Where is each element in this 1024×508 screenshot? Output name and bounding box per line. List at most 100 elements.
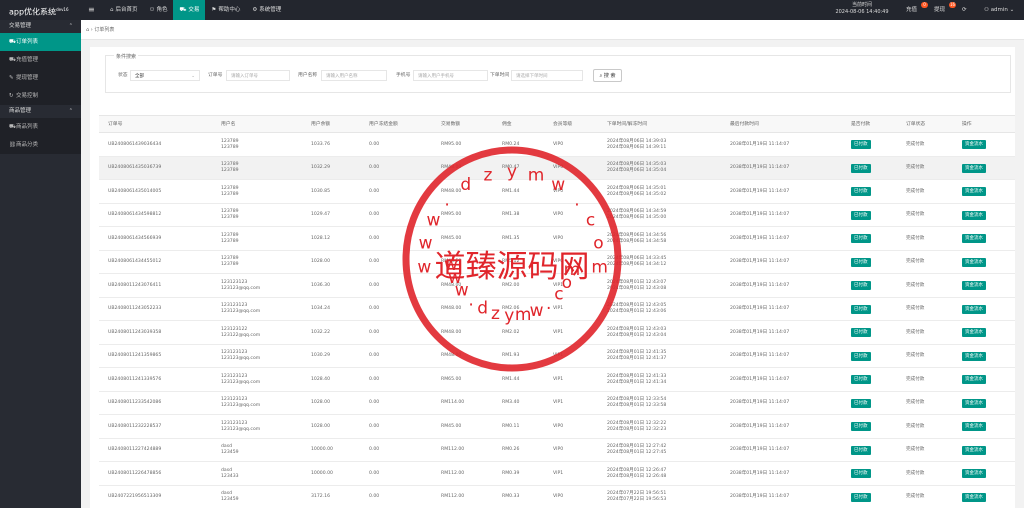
- fund-flow-button[interactable]: 资金流水: [962, 398, 986, 408]
- topnav-item-1[interactable]: ⚇ 角色: [144, 0, 174, 20]
- table-cell: 2038年01月19日 11:14:07: [730, 227, 789, 250]
- paid-badge-button[interactable]: 已付款: [851, 187, 871, 196]
- unfreeze-time: 2024年08月01日 12:41:37: [607, 356, 667, 361]
- table-cell: dasd 123459: [221, 439, 239, 462]
- fund-flow-button[interactable]: 资金流水: [962, 351, 986, 361]
- paid-badge-button[interactable]: 已付款: [851, 210, 871, 220]
- order-status: 完成付款: [906, 188, 925, 194]
- table-row: UB2407221956513309 dasd 123459 3172.16 0.00 R…: [99, 485, 1015, 508]
- commission: RM1.44: [502, 188, 520, 194]
- vip-level: VIP0: [553, 423, 564, 429]
- status-select[interactable]: 全部 ⌄: [130, 70, 200, 81]
- withdraw-button[interactable]: 提现 16: [934, 0, 957, 20]
- table-cell: 完成付款: [906, 298, 924, 321]
- table-cell: 完成付款: [906, 415, 924, 438]
- paid-badge-button[interactable]: 已付款: [851, 163, 871, 173]
- fund-flow-button[interactable]: 资金流水: [962, 469, 986, 478]
- table-cell: RM1.93: [502, 345, 519, 368]
- unfreeze-time: 2024年08月06日 14:34:58: [607, 238, 667, 244]
- topnav-item-3[interactable]: ⚑ 帮助中心: [205, 0, 246, 20]
- fund-flow-button[interactable]: 资金流水: [962, 492, 986, 502]
- user-account: 123789: [221, 238, 239, 244]
- search-button[interactable]: ⌕ 搜 索: [593, 69, 622, 82]
- commission: RM1.93: [502, 353, 520, 358]
- home-icon[interactable]: ⌂: [86, 27, 89, 33]
- table-cell: RM65.00: [441, 368, 461, 391]
- table-cell: 1034.24: [311, 298, 330, 321]
- app-logo[interactable]: app优化系统dev16: [0, 0, 81, 20]
- table-cell: 123789 123789: [221, 251, 239, 274]
- sidebar-item-label: 商品分类: [16, 142, 39, 148]
- user-menu[interactable]: ⚇ admin ⌄: [984, 0, 1014, 20]
- menu-toggle-icon[interactable]: ≡: [88, 0, 95, 20]
- user-balance: 1032.22: [311, 329, 330, 335]
- user-balance: 1030.85: [311, 188, 330, 194]
- sidebar-item-1-0[interactable]: ⛟商品列表: [0, 118, 81, 136]
- fund-flow-button[interactable]: 资金流水: [962, 281, 986, 290]
- paid-badge-button[interactable]: 已付款: [851, 375, 871, 384]
- topnav-label: 交易: [188, 7, 200, 13]
- fund-flow-button[interactable]: 资金流水: [962, 187, 986, 196]
- refresh-icon[interactable]: ⟳: [962, 0, 967, 20]
- fund-flow-button[interactable]: 资金流水: [962, 140, 986, 149]
- fund-flow-button[interactable]: 资金流水: [962, 210, 986, 220]
- fund-flow-button[interactable]: 资金流水: [962, 257, 986, 267]
- frozen-amount: 0.00: [369, 376, 380, 382]
- paid-badge-button[interactable]: 已付款: [851, 422, 871, 431]
- paid-badge-button[interactable]: 已付款: [851, 328, 871, 337]
- topnav-item-2[interactable]: ⛟ 交易: [173, 0, 206, 20]
- column-header-3: 用户冻结金额: [369, 122, 398, 127]
- sidebar-item-0-1[interactable]: ⛟充值管理: [0, 51, 81, 69]
- table-cell: 0.00: [369, 392, 379, 415]
- fund-flow-button[interactable]: 资金流水: [962, 234, 986, 243]
- topnav-item-4[interactable]: ⚙ 系统管理: [246, 0, 287, 20]
- sidebar-item-0-2[interactable]: ✎ 提现管理: [0, 69, 81, 87]
- vip-level: VIP0: [553, 494, 564, 499]
- table-cell: 已付款: [851, 298, 871, 321]
- phone-input[interactable]: 请输入用户手机号: [413, 70, 488, 81]
- trade-amount: RM48.00: [441, 165, 462, 170]
- fund-flow-button[interactable]: 资金流水: [962, 445, 986, 455]
- paid-badge-button[interactable]: 已付款: [851, 469, 871, 478]
- order-id: UB2408061435036739: [108, 165, 162, 170]
- fund-flow-button[interactable]: 资金流水: [962, 304, 986, 314]
- paid-badge-button[interactable]: 已付款: [851, 257, 871, 267]
- paid-badge-button[interactable]: 已付款: [851, 140, 871, 149]
- fund-flow-button[interactable]: 资金流水: [962, 328, 986, 337]
- paid-badge-button[interactable]: 已付款: [851, 281, 871, 290]
- username-input[interactable]: 请输入用户名称: [321, 70, 387, 81]
- table-cell: 2038年01月19日 11:14:07: [730, 274, 789, 297]
- fund-flow-button[interactable]: 资金流水: [962, 375, 986, 384]
- topnav-item-0[interactable]: ⌂ 后台首页: [104, 0, 144, 20]
- paid-badge-button[interactable]: 已付款: [851, 398, 871, 408]
- paid-badge-button[interactable]: 已付款: [851, 304, 871, 314]
- trade-amount: RM45.00: [441, 235, 462, 241]
- sidebar-group-1[interactable]: 商品管理 ⌃: [0, 105, 81, 118]
- table-cell: 已付款: [851, 439, 871, 462]
- sidebar-item-1-1[interactable]: ⛓商品分类: [0, 136, 81, 154]
- app-title: app优化系统: [9, 7, 57, 17]
- sidebar-item-0-0[interactable]: ⛟订单列表: [0, 33, 81, 51]
- time-input[interactable]: 请选择下单时间: [511, 70, 583, 81]
- paid-badge-button[interactable]: 已付款: [851, 445, 871, 455]
- order-input[interactable]: 请输入订单号: [226, 70, 290, 81]
- frozen-amount: 0.00: [369, 306, 380, 311]
- fund-flow-button[interactable]: 资金流水: [962, 163, 986, 173]
- column-header-1: 用户名: [221, 122, 236, 127]
- fund-flow-button[interactable]: 资金流水: [962, 422, 986, 431]
- table-cell: 10000.00: [311, 439, 333, 462]
- sidebar-item-0-3[interactable]: ↻ 交易控制: [0, 87, 81, 105]
- table-cell: 资金流水: [962, 439, 986, 462]
- frozen-amount: 0.00: [369, 188, 380, 194]
- table-cell: 2024年08月01日 12:27:42 2024年08月01日 12:27:45: [607, 439, 666, 462]
- paid-badge-button[interactable]: 已付款: [851, 234, 871, 243]
- sidebar-group-0[interactable]: 交易管理 ⌃: [0, 20, 81, 33]
- last-pay-time: 2038年01月19日 11:14:07: [730, 376, 790, 382]
- paid-badge-button[interactable]: 已付款: [851, 492, 871, 502]
- cart-icon: ⛟: [9, 39, 16, 45]
- column-header-7: 下单时间/解冻时间: [607, 122, 647, 127]
- order-label: 订单号: [208, 73, 223, 78]
- recharge-button[interactable]: 充值 0: [906, 0, 928, 20]
- table-cell: 0.00: [369, 298, 379, 321]
- paid-badge-button[interactable]: 已付款: [851, 351, 871, 361]
